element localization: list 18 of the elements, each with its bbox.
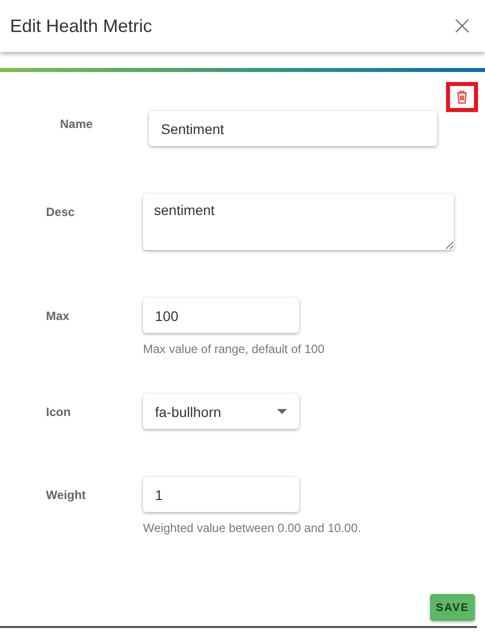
field-label: Weight <box>45 487 87 502</box>
field-label: Max <box>45 308 70 323</box>
input-field[interactable]: 1 <box>143 477 299 512</box>
input-field[interactable]: 100 <box>143 298 299 333</box>
delete-button[interactable] <box>446 82 478 112</box>
desc-field[interactable]: sentiment <box>143 194 454 250</box>
field-label: Name <box>59 116 94 131</box>
field-label: Icon <box>45 404 72 419</box>
icon-dropdown[interactable]: fa-bullhorn <box>143 394 299 429</box>
help-text: Max value of range, default of 100 <box>143 342 326 356</box>
field-label: Desc <box>45 204 76 219</box>
close-button[interactable]: × <box>451 13 473 39</box>
caret-icon <box>277 409 287 414</box>
dialog-title: Edit Health Metric <box>10 16 152 36</box>
help-text: Weighted value between 0.00 and 10.00. <box>143 521 362 535</box>
save-button[interactable]: SAVE <box>430 594 475 621</box>
input-field[interactable]: Sentiment <box>149 111 437 146</box>
trash-icon <box>456 90 468 104</box>
